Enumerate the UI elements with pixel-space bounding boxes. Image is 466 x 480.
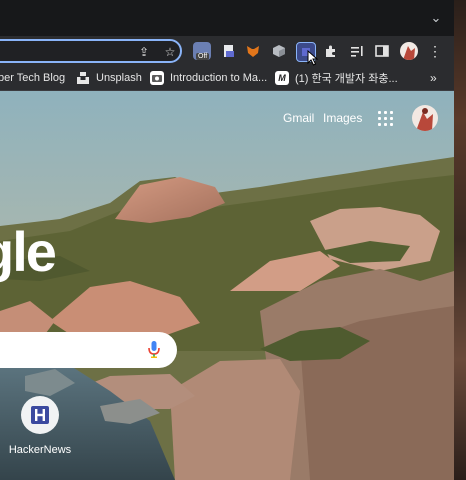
bookmark-intro[interactable]: Introduction to Ma... [150,70,267,86]
shortcut-hackernews[interactable]: HackerNews [2,396,78,456]
search-box[interactable] [0,332,177,368]
bookmark-label: Unsplash [96,72,142,84]
gmail-link[interactable]: Gmail [283,111,314,125]
background-window-edge [454,0,466,480]
reading-list-icon[interactable] [348,42,366,60]
extension-metamask-icon[interactable] [244,42,262,60]
bookmark-star-icon[interactable]: ☆ [162,44,178,60]
bookmarks-bar: ber Tech Blog Unsplash Introduction to M… [0,66,454,91]
google-account-avatar[interactable] [412,105,438,131]
hackernews-icon [21,396,59,434]
shortcut-label: HackerNews [8,444,72,456]
bookmark-label: (1) 한국 개발자 좌충... [295,73,398,85]
address-bar[interactable]: ⇪ ☆ [0,39,182,63]
bookmark-site-icon [150,71,164,85]
new-tab-page: Gmail Images gle [0,91,454,480]
extension-document-icon[interactable] [220,42,238,60]
voice-search-icon[interactable] [148,341,160,363]
extension-cube-icon[interactable] [270,42,288,60]
tab-strip: ⌄ [0,0,454,36]
bookmark-unsplash[interactable]: Unsplash [76,70,142,86]
profile-avatar[interactable] [400,42,418,60]
browser-toolbar: ⇪ ☆ Off ⋮ [0,36,454,66]
bookmark-label: Introduction to Ma... [170,72,268,84]
extensions-puzzle-icon[interactable] [322,42,340,60]
bookmark-label: ber Tech Blog [0,72,66,84]
bookmark-item[interactable]: ber Tech Blog [0,70,65,86]
google-logo: gle [0,220,57,283]
side-panel-icon[interactable] [373,42,391,60]
share-icon[interactable]: ⇪ [136,44,152,60]
bookmark-korean[interactable]: M (1) 한국 개발자 좌충... [275,70,398,86]
tab-search-chevron-icon[interactable]: ⌄ [428,10,444,26]
m-site-icon: M [275,71,289,85]
browser-window: ⌄ ⇪ ☆ Off ⋮ ber Tech Blog Unsplash Intro… [0,0,454,480]
bookmarks-overflow-chevron-icon[interactable]: » [430,70,437,86]
mouse-cursor-icon [307,50,319,66]
extension-badge: Off [196,53,210,60]
unsplash-icon [76,71,90,85]
chrome-menu-icon[interactable]: ⋮ [426,42,444,60]
extension-vpn-icon[interactable]: Off [193,42,211,60]
google-apps-icon[interactable] [378,111,394,127]
images-link[interactable]: Images [323,111,362,125]
